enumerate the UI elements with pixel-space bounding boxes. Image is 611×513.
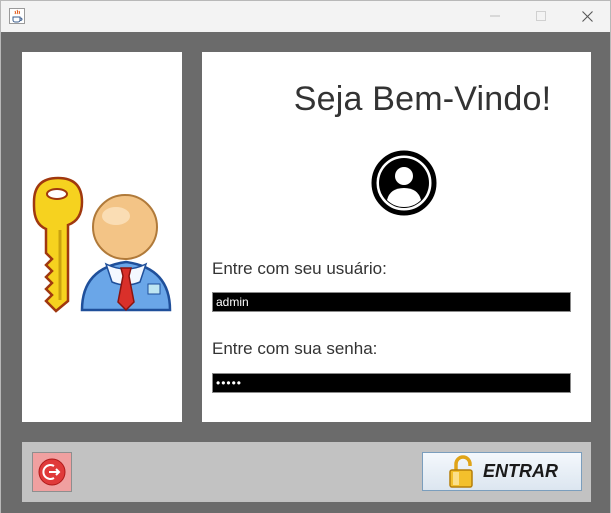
login-panel: Seja Bem-Vindo! Entre com seu usuário: a… <box>202 52 591 422</box>
password-field[interactable]: ••••• <box>212 373 571 393</box>
exit-button[interactable] <box>32 452 72 492</box>
password-label: Entre com sua senha: <box>212 339 378 358</box>
left-image-panel <box>22 52 182 422</box>
close-icon <box>581 10 593 22</box>
username-field[interactable]: admin <box>212 292 571 312</box>
java-cup-icon <box>9 8 25 24</box>
content-area: Seja Bem-Vindo! Entre com seu usuário: a… <box>1 32 610 513</box>
welcome-heading: Seja Bem-Vindo! <box>293 80 552 118</box>
minimize-icon <box>490 15 500 17</box>
close-button[interactable] <box>564 1 610 31</box>
user-circle-icon <box>371 150 437 216</box>
login-window: Seja Bem-Vindo! Entre com seu usuário: a… <box>0 0 611 513</box>
enter-button[interactable]: ENTRAR <box>422 452 582 491</box>
enter-button-label: ENTRAR <box>483 461 558 481</box>
minimize-button[interactable] <box>472 1 518 31</box>
exit-icon <box>38 458 66 486</box>
username-label: Entre com seu usuário: <box>212 259 387 278</box>
title-bar[interactable] <box>1 1 610 31</box>
action-bar: ENTRAR <box>22 442 591 502</box>
maximize-icon <box>536 11 546 21</box>
user-key-icon <box>32 176 172 313</box>
maximize-button[interactable] <box>518 1 564 31</box>
open-lock-icon <box>449 454 473 488</box>
